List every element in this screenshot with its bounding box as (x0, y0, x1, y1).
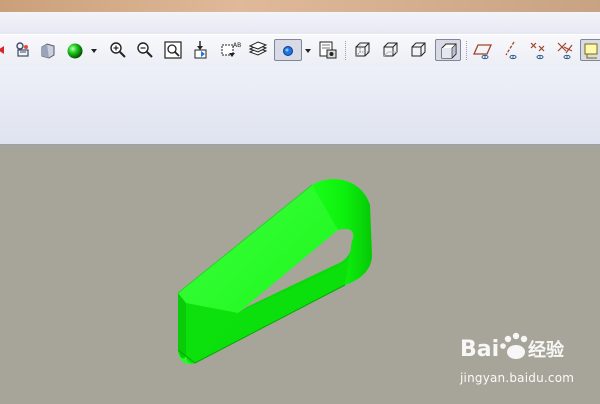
zoom-in-button[interactable] (107, 39, 129, 61)
datum-point-button[interactable] (527, 39, 549, 61)
toolbar-separator (345, 41, 346, 60)
loop-left-edge (178, 293, 186, 359)
appearance-button[interactable] (64, 39, 86, 61)
zoom-out-button[interactable] (134, 39, 156, 61)
orient-button[interactable] (12, 39, 34, 61)
svg-text:AB: AB (233, 42, 241, 49)
shading-button[interactable] (435, 39, 461, 61)
coordinate-system-button[interactable] (554, 39, 576, 61)
datum-plane-button[interactable] (472, 39, 494, 61)
annotation-icon (584, 43, 598, 59)
no-hidden-button[interactable] (408, 39, 430, 61)
saved-views-icon (41, 43, 55, 59)
annotation-button[interactable] (580, 39, 600, 61)
display-style-icon (283, 46, 293, 56)
saved-orientations-button[interactable] (37, 39, 59, 61)
datum-point-icon (530, 42, 545, 60)
wireframe-button[interactable] (352, 39, 374, 61)
repaint-button[interactable] (190, 39, 212, 61)
paw-icon (500, 332, 528, 359)
svg-text:Bai: Bai (460, 337, 499, 362)
main-toolbar: AB (0, 34, 600, 67)
watermark-url: jingyan.baidu.com (460, 371, 575, 385)
spin-center-button[interactable]: AB (219, 39, 241, 61)
display-style-button[interactable] (274, 39, 302, 61)
datum-axis-button[interactable] (500, 39, 522, 61)
appearance-dropdown[interactable] (88, 39, 100, 61)
coordinate-system-icon (557, 42, 573, 60)
chevron-down-icon (305, 49, 311, 53)
shading-icon (441, 43, 457, 59)
display-style-dropdown[interactable] (302, 39, 314, 61)
hidden-line-button[interactable] (380, 39, 402, 61)
appearance-sphere-icon (67, 43, 83, 59)
hidden-line-icon (383, 42, 398, 57)
layers-button[interactable] (247, 39, 269, 61)
refit-button[interactable] (162, 39, 184, 61)
zoom-out-icon (137, 42, 153, 58)
svg-text:经验: 经验 (528, 339, 565, 361)
chevron-down-icon (91, 49, 97, 53)
layers-icon (248, 41, 268, 56)
no-hidden-icon (411, 42, 426, 57)
repaint-icon (194, 41, 207, 59)
window-top-strip (0, 0, 600, 12)
view-manager-icon (319, 41, 337, 59)
view-manager-button[interactable] (317, 39, 339, 61)
refit-icon (164, 41, 182, 59)
zoom-in-icon (110, 42, 126, 58)
wireframe-icon (355, 42, 370, 57)
toolbar-separator (466, 41, 467, 60)
orient-icon (16, 42, 29, 57)
spin-center-icon: AB (221, 42, 241, 57)
baidu-watermark-logo: Bai 经验 (460, 332, 565, 362)
title-bar (0, 12, 600, 35)
ribbon-area (0, 66, 600, 145)
datum-plane-icon (472, 44, 493, 60)
datum-axis-icon (505, 41, 517, 60)
